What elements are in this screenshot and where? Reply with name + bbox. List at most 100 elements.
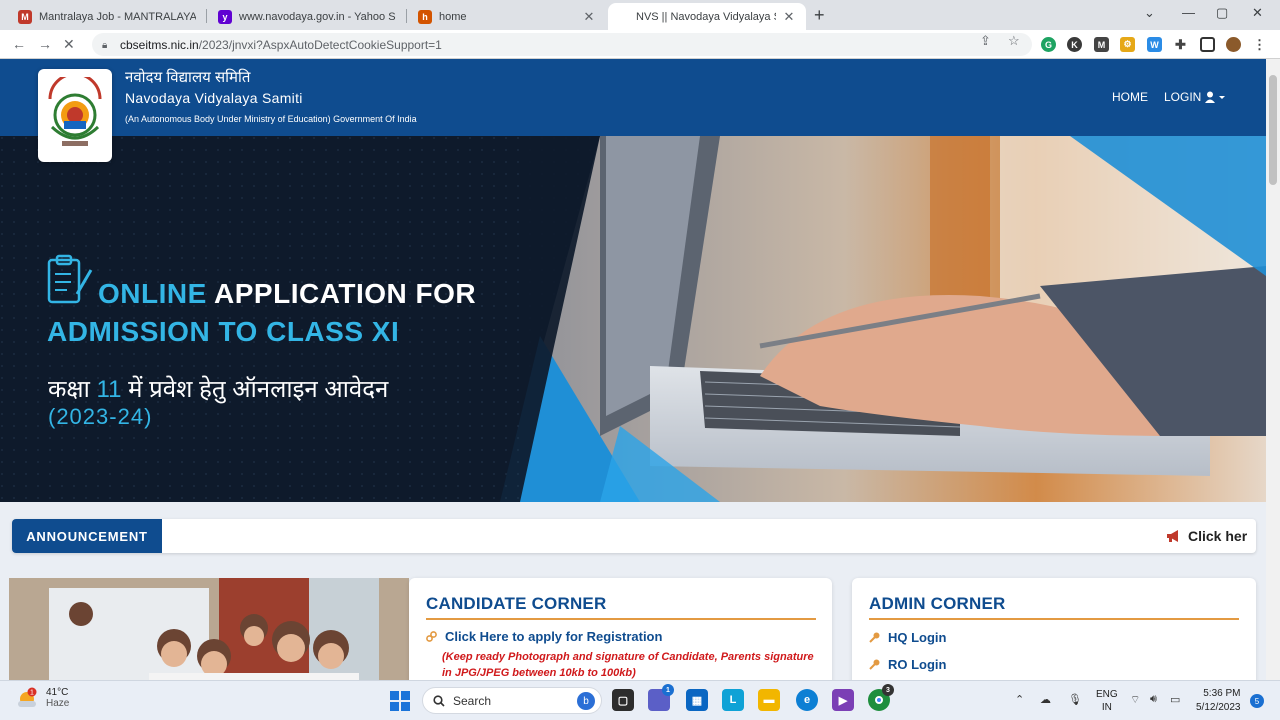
nav-login-dropdown[interactable]: LOGIN (1164, 90, 1227, 104)
edge-browser-icon[interactable]: e (796, 689, 818, 711)
clipboard-pen-icon (47, 254, 93, 304)
bookmark-star-icon[interactable]: ☆ (1008, 33, 1020, 49)
title-underline (426, 618, 816, 620)
banner-hindi-line: कक्षा 11 में प्रवेश हेतु ऑनलाइन आवेदन (48, 376, 389, 403)
clock-date: 5/12/2023 (1196, 702, 1241, 713)
hero-banner: ONLINE APPLICATION FOR ADMISSION TO CLAS… (0, 136, 1266, 502)
share-icon[interactable]: ⇪ (980, 33, 991, 49)
ro-login-label: RO Login (888, 657, 947, 672)
stop-loading-icon[interactable]: ✕ (63, 36, 75, 53)
link-icon (426, 631, 437, 642)
tray-chevron-icon[interactable]: ⌃ (1015, 693, 1024, 706)
teams-chat-icon[interactable]: 1 (648, 684, 674, 711)
tab-search-icon[interactable]: ⌄ (1144, 5, 1155, 21)
notification-badge[interactable]: 5 (1250, 694, 1264, 708)
file-explorer-icon[interactable]: ▬ (758, 689, 780, 711)
maximize-icon[interactable]: ▢ (1216, 5, 1228, 21)
candidate-corner-card: CANDIDATE CORNER Click Here to apply for… (409, 578, 832, 680)
chrome-browser-icon[interactable]: 3 (868, 684, 894, 711)
windows-taskbar: 1 41°C Haze Search b ▢ 1 ▦ L ▬ e ▶ 3 ⌃ ☁… (0, 680, 1280, 720)
tab-mantralaya[interactable]: M Mantralaya Job - MANTRALAYA (8, 3, 206, 30)
url-host: cbseitms.nic.in (120, 37, 199, 52)
admin-corner-title: ADMIN CORNER (869, 594, 1006, 613)
apply-registration-label: Click Here to apply for Registration (445, 629, 663, 644)
clipchamp-icon[interactable]: ▶ (832, 689, 854, 711)
system-clock[interactable]: 5:36 PM 5/12/2023 (1196, 687, 1241, 715)
yahoo-favicon-icon: y (218, 9, 232, 24)
page-scrollbar[interactable] (1266, 59, 1280, 680)
close-icon[interactable]: ✕ (782, 9, 796, 25)
microsoft-store-icon[interactable]: ▦ (686, 689, 708, 711)
title-underline (869, 618, 1239, 620)
tab-yahoo[interactable]: y www.navodaya.gov.in - Yahoo Se (208, 3, 406, 30)
apply-registration-link[interactable]: Click Here to apply for Registration (426, 629, 662, 644)
taskbar-search-box[interactable]: Search b (422, 687, 602, 714)
w-extension-icon[interactable]: W (1147, 37, 1162, 52)
site-favicon-icon: h (418, 9, 432, 24)
wifi-icon[interactable]: ⌔ (1130, 693, 1140, 707)
microphone-icon[interactable]: 🎙︎ (1068, 693, 1082, 706)
tab-nvs[interactable]: NVS || Navodaya Vidyalaya Samiti ✕ (608, 3, 806, 30)
tab-title: www.navodaya.gov.in - Yahoo Se (239, 10, 396, 23)
chat-badge-count: 1 (662, 684, 674, 696)
language-region: IN (1101, 702, 1112, 713)
search-icon (433, 694, 445, 707)
language-indicator[interactable]: ENG IN (1096, 688, 1118, 714)
task-view-icon[interactable]: ▢ (612, 689, 634, 711)
k-extension-icon[interactable]: K (1067, 37, 1082, 52)
org-subtitle: (An Autonomous Body Under Ministry of Ed… (125, 114, 417, 124)
megaphone-icon (1167, 530, 1178, 542)
banner-headline-2: ADMISSION TO CLASS XI (47, 316, 400, 347)
web-page: नवोदय विद्यालय समिति Navodaya Vidyalaya … (0, 59, 1266, 680)
bing-icon[interactable]: b (577, 692, 595, 710)
weather-widget[interactable]: 1 41°C Haze (16, 687, 69, 709)
browser-tab-strip: M Mantralaya Job - MANTRALAYA y www.navo… (0, 0, 1280, 30)
windows-start-icon[interactable] (390, 691, 410, 711)
upload-instructions: (Keep ready Photograph and signature of … (442, 651, 814, 679)
gear-extension-icon[interactable]: ⚙ (1120, 37, 1135, 52)
l-app-icon[interactable]: L (722, 689, 744, 711)
tab-title: Mantralaya Job - MANTRALAYA (39, 10, 196, 23)
url-input[interactable]: 🔒︎ cbseitms.nic.in/2023/jnvxi?AspxAutoDe… (92, 33, 1032, 56)
menu-kebab-icon[interactable]: ⋮ (1252, 37, 1267, 52)
students-photo (9, 578, 409, 680)
scrollbar-thumb[interactable] (1269, 75, 1277, 185)
onedrive-cloud-icon[interactable]: ☁ (1040, 693, 1051, 706)
forward-icon[interactable]: → (38, 36, 52, 52)
back-icon[interactable]: ← (12, 36, 26, 52)
hq-login-link[interactable]: HQ Login (869, 630, 947, 645)
lock-icon: 🔒︎ (102, 39, 108, 51)
weather-badge-count: 1 (30, 690, 34, 697)
announcement-label: ANNOUNCEMENT (12, 519, 162, 553)
banner-headline-1: ONLINE APPLICATION FOR (98, 278, 477, 309)
minimize-icon[interactable]: — (1182, 5, 1195, 20)
tab-home[interactable]: h home ✕ (408, 3, 606, 30)
nvs-logo[interactable] (38, 69, 112, 162)
side-panel-icon[interactable] (1200, 37, 1215, 52)
candidate-corner-title: CANDIDATE CORNER (426, 594, 607, 613)
grammarly-extension-icon[interactable]: G (1041, 37, 1056, 52)
url-path: /2023/jnvxi?AspxAutoDetectCookieSupport=… (198, 37, 442, 52)
address-bar-row: ← → ✕ 🔒︎ cbseitms.nic.in/2023/jnvxi?Aspx… (0, 30, 1280, 59)
announcement-marquee[interactable]: Click her (1166, 528, 1252, 544)
extensions-puzzle-icon[interactable]: ✚ (1173, 37, 1188, 52)
announcement-bar: ANNOUNCEMENT Click her (12, 519, 1256, 553)
weather-sun-icon: 1 (18, 687, 37, 707)
taskbar-search-placeholder: Search (453, 693, 492, 708)
battery-icon[interactable]: ▭ (1170, 693, 1180, 706)
site-favicon-icon: M (18, 9, 32, 24)
site-header: नवोदय विद्यालय समिति Navodaya Vidyalaya … (0, 59, 1266, 136)
clock-time: 5:36 PM (1203, 688, 1241, 699)
language-code: ENG (1096, 689, 1118, 700)
user-icon (1205, 91, 1226, 103)
close-icon[interactable]: ✕ (582, 9, 596, 25)
window-close-icon[interactable]: ✕ (1252, 5, 1263, 21)
nav-home-link[interactable]: HOME (1112, 90, 1148, 104)
ro-login-link[interactable]: RO Login (869, 657, 947, 672)
new-tab-icon[interactable]: + (814, 5, 825, 26)
m-extension-icon[interactable]: M (1094, 37, 1109, 52)
volume-icon[interactable]: 🔊︎ (1150, 693, 1157, 706)
org-name-hindi: नवोदय विद्यालय समिति (125, 69, 251, 86)
hq-login-label: HQ Login (888, 630, 947, 645)
profile-avatar[interactable] (1226, 37, 1241, 52)
